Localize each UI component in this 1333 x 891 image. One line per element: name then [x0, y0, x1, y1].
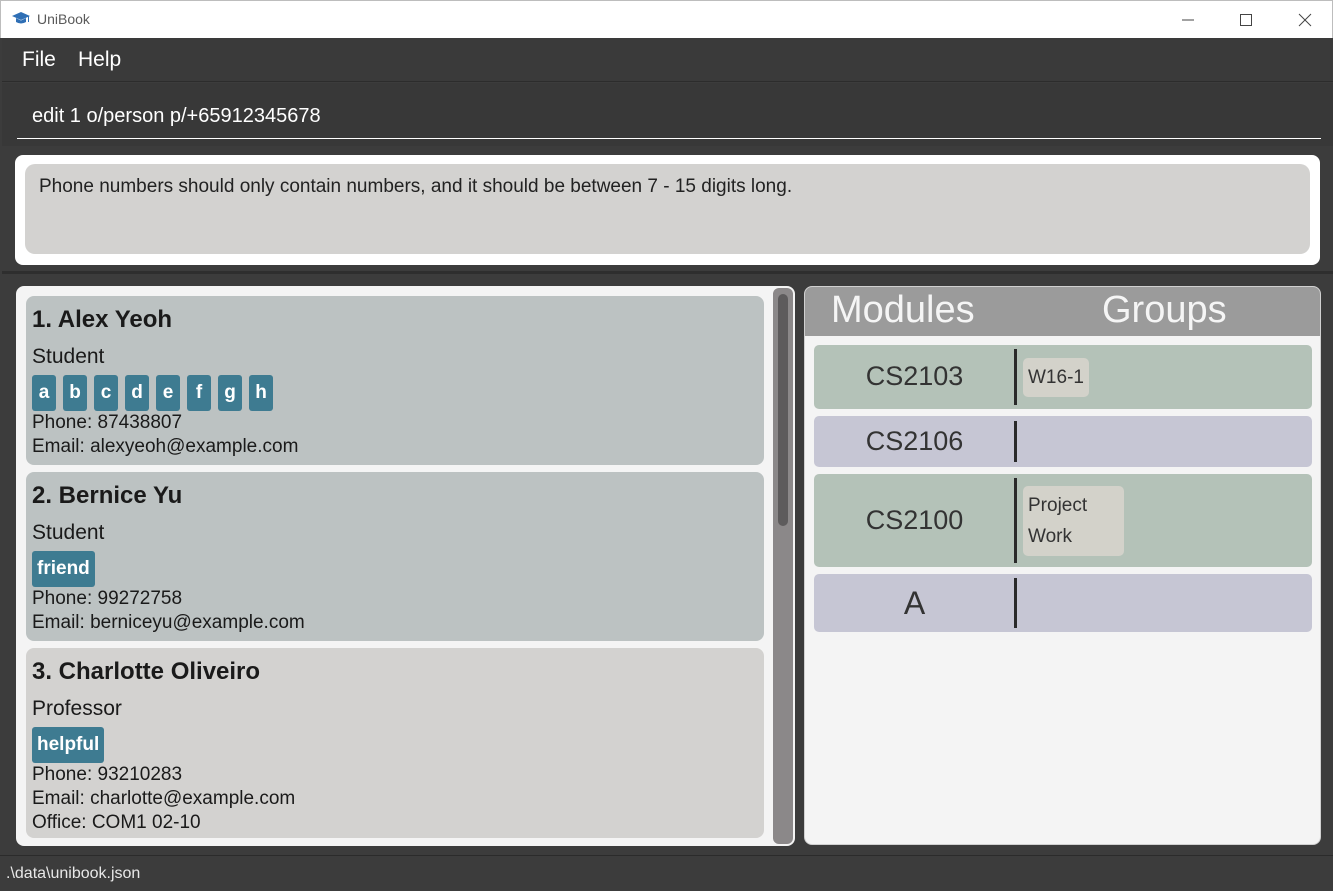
tag: b	[63, 375, 87, 411]
menu-file[interactable]: File	[22, 48, 56, 72]
module-separator	[1014, 578, 1017, 628]
module-row[interactable]: CS2100 Project Work	[814, 474, 1312, 567]
tag-list: helpful	[32, 727, 105, 763]
maximize-icon	[1240, 14, 1252, 26]
module-row[interactable]: CS2103 W16-1	[814, 345, 1312, 409]
module-separator	[1014, 349, 1017, 405]
groups-title: Groups	[1102, 289, 1227, 331]
person-name: 2. Bernice Yu	[32, 482, 183, 509]
person-name: 3. Charlotte Oliveiro	[32, 658, 261, 685]
modules-title: Modules	[831, 289, 975, 331]
tag: helpful	[32, 727, 105, 763]
title-bar: UniBook	[0, 0, 1333, 38]
module-separator	[1014, 421, 1017, 462]
tag: d	[125, 375, 149, 411]
file-path: .\data\unibook.json	[6, 865, 141, 882]
person-office: Office: COM1 02-10	[32, 812, 201, 833]
graduation-cap-icon	[12, 12, 30, 24]
person-card[interactable]: 3. Charlotte Oliveiro Professor helpful …	[26, 648, 764, 838]
tag: h	[249, 375, 273, 411]
person-list: 1. Alex Yeoh Student a b c d e f g h Pho…	[16, 286, 795, 846]
modules-header: Modules Groups	[805, 287, 1320, 336]
tag: e	[156, 375, 180, 411]
module-code: CS2103	[865, 361, 964, 391]
scroll-thumb[interactable]	[778, 294, 788, 526]
person-email: Email: alexyeoh@example.com	[32, 436, 299, 457]
person-phone: Phone: 93210283	[32, 764, 183, 785]
menu-help[interactable]: Help	[78, 48, 121, 72]
tag: a	[32, 375, 56, 411]
divider	[2, 271, 1333, 274]
module-separator	[1014, 478, 1017, 563]
window-title: UniBook	[37, 11, 90, 27]
status-bar: .\data\unibook.json	[0, 855, 1333, 891]
menu-bar: File Help	[2, 38, 1333, 82]
tag: friend	[32, 551, 95, 587]
tag-list: friend	[32, 551, 95, 587]
group-chip[interactable]: W16-1	[1023, 358, 1089, 397]
group-chip[interactable]: Project Work	[1023, 486, 1124, 556]
result-display: Phone numbers should only contain number…	[15, 155, 1320, 265]
result-message: Phone numbers should only contain number…	[25, 164, 1310, 254]
person-card[interactable]: 1. Alex Yeoh Student a b c d e f g h Pho…	[26, 296, 764, 465]
person-phone: Phone: 99272758	[32, 588, 183, 609]
person-role: Student	[32, 521, 105, 544]
tag: g	[218, 375, 242, 411]
person-phone: Phone: 87438807	[32, 412, 183, 433]
person-role: Student	[32, 345, 105, 368]
modules-panel: Modules Groups CS2103 W16-1 CS2106 CS210…	[804, 286, 1321, 845]
module-code: A	[903, 585, 926, 621]
person-email: Email: berniceyu@example.com	[32, 612, 305, 633]
person-email: Email: charlotte@example.com	[32, 788, 296, 809]
tag-list: a b c d e f g h	[32, 375, 273, 411]
minimize-icon	[1182, 19, 1194, 21]
tag: c	[94, 375, 118, 411]
scrollbar[interactable]	[773, 288, 793, 844]
person-card[interactable]: 2. Bernice Yu Student friend Phone: 9927…	[26, 472, 764, 641]
person-role: Professor	[32, 697, 122, 720]
command-box	[2, 83, 1333, 146]
module-row[interactable]: CS2106	[814, 416, 1312, 467]
maximize-button[interactable]	[1217, 1, 1275, 39]
module-code: CS2100	[865, 505, 964, 535]
tag: f	[187, 375, 211, 411]
close-button[interactable]	[1276, 1, 1333, 39]
minimize-button[interactable]	[1159, 1, 1217, 39]
command-input[interactable]	[17, 95, 1321, 139]
close-icon	[1298, 13, 1312, 27]
module-row[interactable]: A	[814, 574, 1312, 632]
person-name: 1. Alex Yeoh	[32, 306, 173, 333]
module-code: CS2106	[865, 426, 964, 456]
